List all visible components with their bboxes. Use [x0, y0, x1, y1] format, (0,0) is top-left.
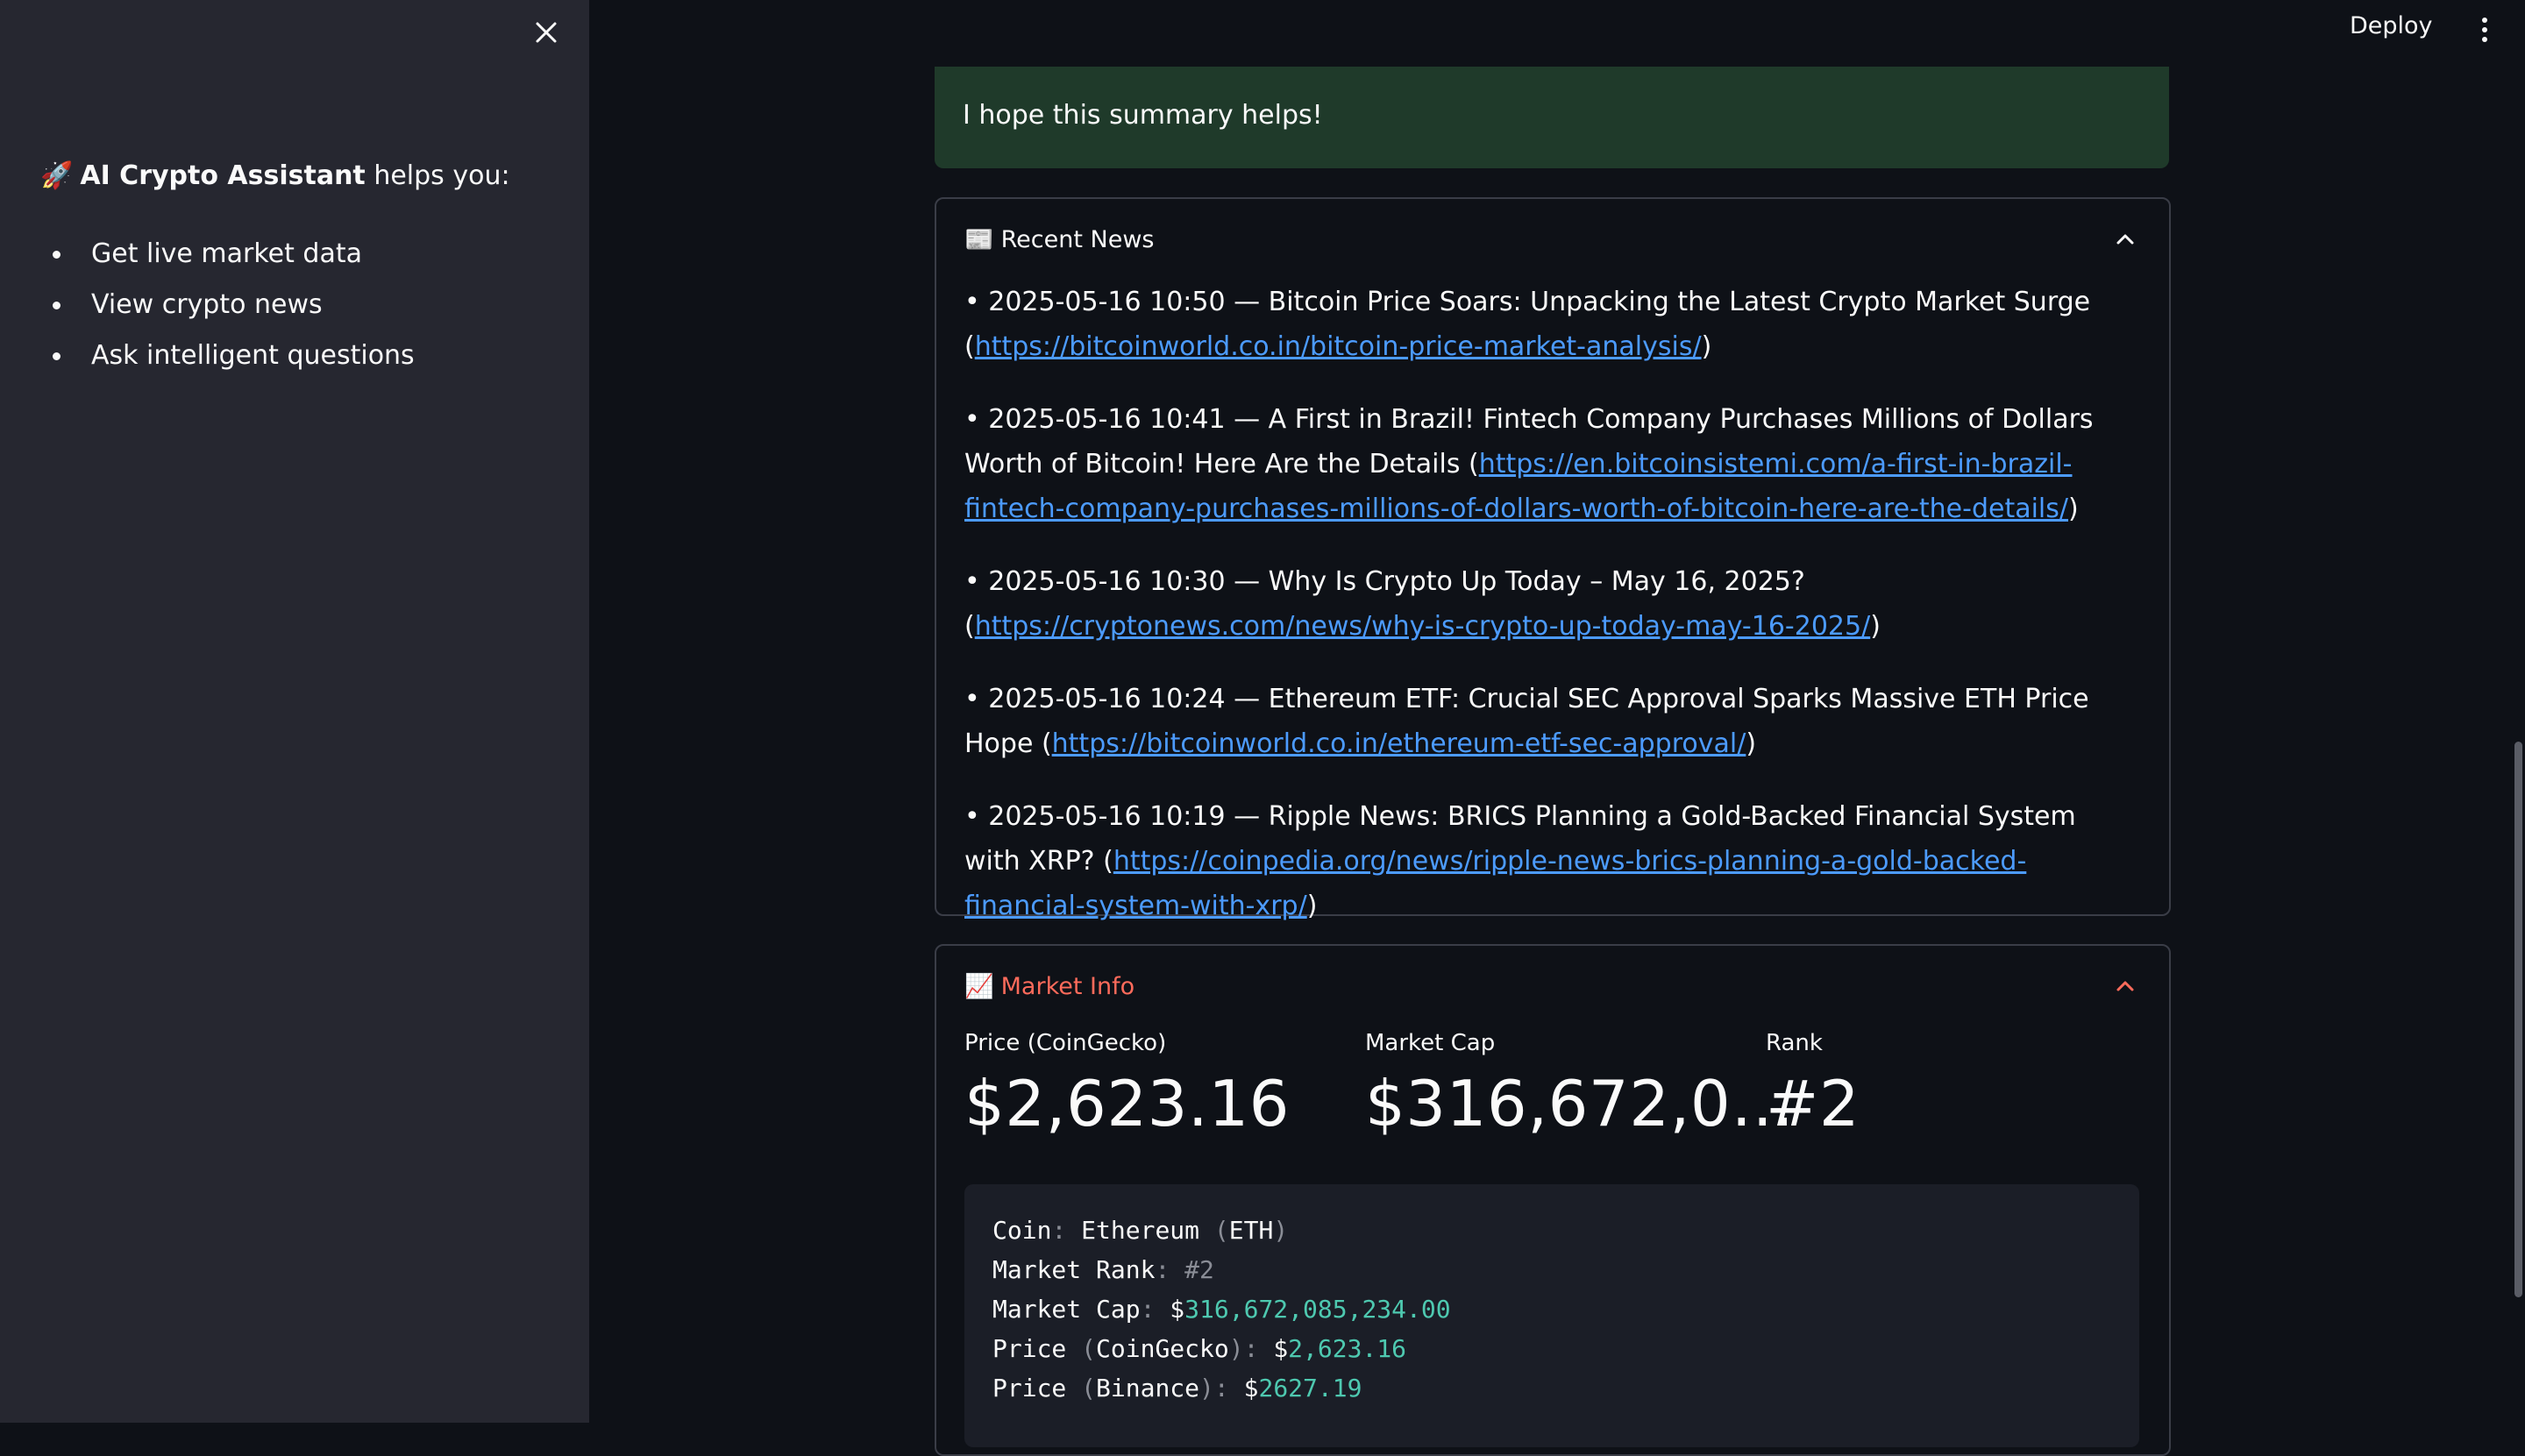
- sidebar-intro: 🚀 AI Crypto Assistant helps you:: [40, 160, 510, 191]
- market-expander: 📈 Market Info Price (CoinGecko) $2,623.1…: [935, 944, 2171, 1456]
- news-item: • 2025-05-16 10:19 — Ripple News: BRICS …: [964, 801, 2076, 921]
- kebab-dot-icon: [2482, 37, 2487, 42]
- main-menu-button[interactable]: [2469, 12, 2500, 47]
- code-line-cap: Market Cap: $316,672,085,234.00: [992, 1295, 1451, 1324]
- success-text: I hope this summary helps!: [963, 100, 1323, 131]
- news-expander-header[interactable]: 📰 Recent News: [964, 225, 1155, 254]
- kebab-dot-icon: [2482, 18, 2487, 23]
- code-line-price-coingecko: Price (CoinGecko): $2,623.16: [992, 1334, 1407, 1363]
- market-title: Market Info: [1000, 972, 1135, 1000]
- app-name: AI Crypto Assistant: [80, 160, 366, 191]
- news-link[interactable]: https://coinpedia.org/news/ripple-news-b…: [964, 846, 2026, 921]
- close-sidebar-button[interactable]: [529, 15, 564, 50]
- metric-value: $316,672,0…: [1365, 1067, 1795, 1140]
- kebab-dot-icon: [2482, 27, 2487, 32]
- chevron-up-icon[interactable]: [2111, 972, 2139, 1000]
- chevron-up-icon[interactable]: [2111, 225, 2139, 253]
- code-line-rank: Market Rank: #2: [992, 1255, 1214, 1284]
- news-expander: 📰 Recent News • 2025-05-16 10:50 — Bitco…: [935, 197, 2171, 921]
- intro-text: helps you:: [365, 160, 510, 191]
- news-link[interactable]: https://bitcoinworld.co.in/bitcoin-price…: [975, 331, 1702, 362]
- news-item: • 2025-05-16 10:50 — Bitcoin Price Soars…: [964, 287, 2091, 362]
- news-title: Recent News: [1000, 225, 1155, 253]
- sidebar: 🚀 AI Crypto Assistant helps you: Get liv…: [0, 0, 589, 1423]
- deploy-button[interactable]: Deploy: [2350, 12, 2433, 39]
- news-link[interactable]: https://bitcoinworld.co.in/ethereum-etf-…: [1052, 728, 1746, 759]
- rocket-icon: 🚀: [40, 160, 74, 191]
- metric-price: Price (CoinGecko) $2,623.16: [964, 1030, 1290, 1140]
- list-item: Get live market data: [53, 235, 415, 286]
- metric-label: Market Cap: [1365, 1030, 1496, 1056]
- success-message: I hope this summary helps!: [935, 67, 2169, 168]
- newspaper-icon: 📰: [964, 226, 994, 253]
- news-list: • 2025-05-16 10:50 — Bitcoin Price Soars…: [964, 280, 2139, 956]
- metric-rank: Rank #2: [1766, 1030, 1860, 1140]
- metric-label: Rank: [1766, 1030, 1823, 1056]
- market-expander-header[interactable]: 📈 Market Info: [964, 972, 1135, 1001]
- metric-value: $2,623.16: [964, 1067, 1290, 1140]
- news-item: • 2025-05-16 10:30 — Why Is Crypto Up To…: [964, 566, 1881, 642]
- news-item: • 2025-05-16 10:41 — A First in Brazil! …: [964, 404, 2094, 524]
- list-item: View crypto news: [53, 286, 415, 337]
- code-line-coin: Coin: Ethereum (ETH): [992, 1216, 1289, 1245]
- news-link[interactable]: https://cryptonews.com/news/why-is-crypt…: [975, 611, 1870, 642]
- code-line-price-binance: Price (Binance): $2627.19: [992, 1374, 1362, 1403]
- chart-increasing-icon: 📈: [964, 973, 994, 1000]
- code-block: Coin: Ethereum (ETH) Market Rank: #2 Mar…: [964, 1184, 2139, 1447]
- metric-value: #2: [1766, 1067, 1860, 1140]
- close-icon: [536, 22, 557, 43]
- metric-market-cap: Market Cap $316,672,0…: [1365, 1030, 1795, 1140]
- metric-label: Price (CoinGecko): [964, 1030, 1167, 1056]
- page-scrollbar[interactable]: [2514, 742, 2522, 1297]
- news-item: • 2025-05-16 10:24 — Ethereum ETF: Cruci…: [964, 684, 2089, 759]
- list-item: Ask intelligent questions: [53, 337, 415, 387]
- feature-list: Get live market data View crypto news As…: [53, 235, 415, 387]
